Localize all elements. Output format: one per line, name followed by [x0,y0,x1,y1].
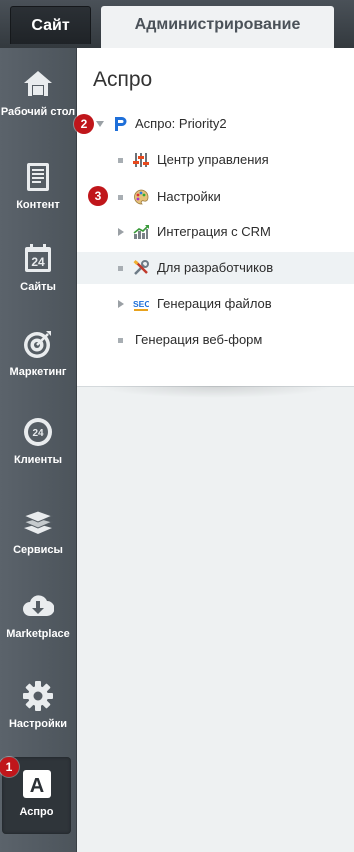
sidebar-item-settings[interactable]: Настройки [0,680,76,730]
tab-administration[interactable]: Администрирование [101,6,334,48]
target-icon [24,331,51,358]
sidebar-item-content[interactable]: Контент [0,161,76,211]
sidebar-item-services[interactable]: Сервисы [0,506,76,556]
expand-arrow-icon[interactable] [118,300,124,308]
sidebar-item-marketplace[interactable]: Marketplace [0,590,76,640]
main-panel: Аспро Аспро: Priority2 2 Центр управлени… [74,48,354,852]
layers-icon [22,510,54,534]
expand-arrow-icon[interactable] [118,228,124,236]
menu-tree: Аспро Аспро: Priority2 2 Центр управлени… [74,48,354,387]
gear-icon [23,681,53,711]
expand-arrow-icon[interactable] [96,121,104,127]
sidebar-item-label: Клиенты [13,454,62,466]
tree-item-developers[interactable]: Для разработчиков [77,252,354,284]
sidebar-item-label: Рабочий стол [0,106,76,118]
seo-icon: SEO [133,299,149,311]
tree-item-label: Генерация файлов [157,296,272,311]
tree-item-webform-generation[interactable]: Генерация веб-форм [77,324,354,356]
sidebar-item-label: Сайты [20,281,56,293]
svg-text:A: A [29,775,43,797]
cloud-24-icon: 24 [24,418,52,446]
left-sidebar: Рабочий стол Контент 24 Сайты Маркетинг … [0,48,77,852]
step-badge-1: 1 [0,757,19,777]
tree-item-label: Генерация веб-форм [135,332,263,347]
tab-site[interactable]: Сайт [10,6,91,44]
step-badge-2: 2 [74,114,94,134]
sidebar-item-desktop[interactable]: Рабочий стол [0,68,76,118]
palette-icon [134,189,149,205]
svg-text:24: 24 [32,428,44,439]
sidebar-item-marketing[interactable]: Маркетинг [0,328,76,378]
tree-item-root[interactable]: Аспро: Priority2 [77,108,354,140]
sidebar-item-sites[interactable]: 24 Сайты [0,243,76,293]
tree-item-label: Для разработчиков [157,260,274,275]
tree-item-label: Аспро: Priority2 [135,116,227,131]
svg-text:SEO: SEO [133,299,149,309]
tree-item-label: Центр управления [157,152,269,167]
tools-icon [133,260,149,275]
tree-item-settings[interactable]: Настройки [77,181,354,213]
tree-item-label: Интеграция с CRM [157,224,271,239]
sidebar-item-label: Marketplace [6,628,70,640]
sidebar-item-label: Сервисы [13,544,63,556]
bullet-icon [118,195,123,200]
bullet-icon [118,266,123,271]
tree-item-label: Настройки [157,189,221,204]
sliders-icon [133,153,149,167]
svg-text:24: 24 [31,255,45,269]
bullet-icon [118,338,123,343]
page-title: Аспро [93,68,153,91]
step-badge-3: 3 [88,186,108,206]
panel-shadow [97,386,334,398]
sidebar-item-label: Настройки [8,718,68,730]
calendar-24-icon: 24 [25,244,51,272]
tree-item-crm-integration[interactable]: Интеграция с CRM [77,216,354,248]
home-icon [24,71,52,96]
sidebar-item-clients[interactable]: 24 Клиенты [0,416,76,466]
priority-logo-icon [115,117,127,131]
tree-item-control-center[interactable]: Центр управления [77,144,354,176]
sidebar-item-label: Маркетинг [9,366,67,378]
bullet-icon [118,158,123,163]
tree-item-file-generation[interactable]: SEO Генерация файлов [77,288,354,320]
chart-icon [133,225,149,239]
letter-a-icon: A [22,770,51,798]
top-bar: Сайт Администрирование [0,0,354,48]
sidebar-item-label: Аспро [19,806,54,818]
document-icon [27,163,49,191]
sidebar-item-label: Контент [16,199,60,211]
cloud-download-icon [23,595,54,616]
